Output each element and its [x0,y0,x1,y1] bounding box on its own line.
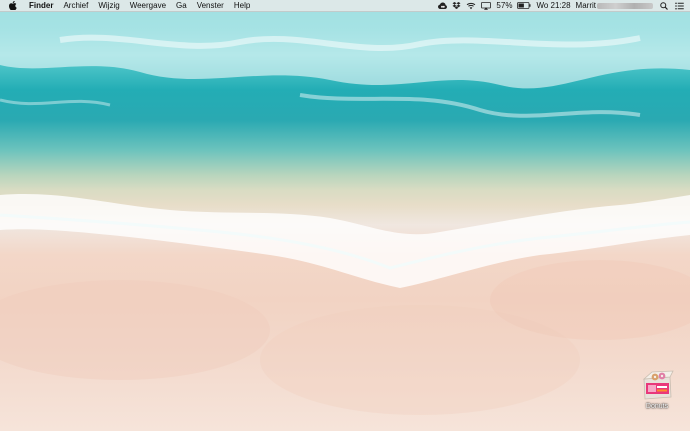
wifi-icon[interactable] [466,0,476,12]
desktop-item-donuts[interactable]: Donuts [633,369,681,410]
desktop-wallpaper [0,0,690,431]
menu-venster[interactable]: Venster [192,0,229,12]
battery-icon[interactable] [517,0,531,12]
menu-ga[interactable]: Ga [171,0,192,12]
menu-help[interactable]: Help [229,0,255,12]
battery-percentage[interactable]: 57% [496,0,512,12]
donut-box-icon [642,370,674,400]
menu-weergave[interactable]: Weergave [125,0,171,12]
dropbox-icon[interactable] [452,0,461,12]
wave-foam-decoration [0,12,690,415]
apple-logo-icon[interactable] [8,1,18,11]
airplay-display-icon[interactable] [481,0,492,12]
desktop-item-label: Donuts [645,403,669,410]
menu-bar: Finder Archief Wijzig Weergave Ga Venste… [0,0,690,12]
user-account-name-blurred [597,2,653,9]
user-account-name[interactable]: Marrit [576,0,596,12]
spotlight-search-icon[interactable] [660,0,668,12]
menu-archief[interactable]: Archief [58,0,93,12]
creative-cloud-icon[interactable] [438,0,448,12]
notification-center-icon[interactable] [675,0,684,12]
menu-finder[interactable]: Finder [24,0,58,12]
menu-clock[interactable]: Wo 21:28 [536,0,570,12]
menu-wijzig[interactable]: Wijzig [93,0,124,12]
